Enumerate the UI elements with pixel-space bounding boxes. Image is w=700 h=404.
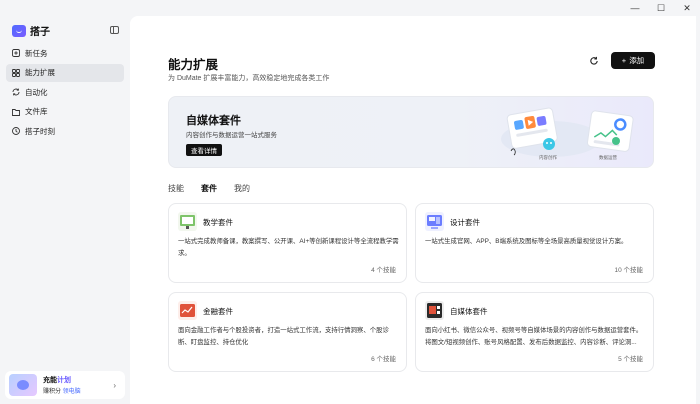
banner-title: 自媒体套件	[186, 115, 241, 127]
sidebar-item-label: 文件库	[25, 107, 48, 116]
card-description: 面向小红书、微信公众号、视频号等自媒体场景的内容创作与数据运营套件。将图文/短视…	[425, 327, 643, 346]
tab-mine[interactable]: 我的	[234, 183, 250, 194]
add-button-label: 添加	[629, 56, 645, 65]
folder-icon	[12, 108, 20, 116]
suite-card-design[interactable]: 设计套件 一站式生成官网、APP、B端系统及图标等全场景高质量视觉设计方案。 1…	[415, 203, 654, 283]
sidebar-item-automation[interactable]: 自动化	[6, 83, 124, 101]
sidebar-toggle-icon[interactable]	[110, 26, 119, 34]
tab-suites[interactable]: 套件	[201, 183, 217, 194]
promo-title: 充能计划	[43, 377, 71, 384]
finance-suite-icon	[178, 301, 197, 320]
sidebar-item-label: 新任务	[25, 48, 48, 58]
capability-icon	[12, 68, 20, 77]
sidebar-item-files[interactable]: 文件库	[6, 103, 124, 121]
brand[interactable]: 搭子	[12, 23, 50, 38]
sidebar-item-label: 自动化	[25, 87, 48, 97]
brand-logo-icon	[12, 24, 26, 37]
sidebar-item-moments[interactable]: 搭子时刻	[6, 122, 124, 140]
automation-icon	[12, 88, 20, 96]
maximize-button[interactable]: ☐	[648, 0, 674, 16]
card-skill-count: 4 个技能	[371, 267, 396, 274]
close-button[interactable]: ✕	[674, 0, 700, 16]
card-title: 金融套件	[203, 307, 233, 316]
sidebar-item-label: 搭子时刻	[25, 126, 55, 136]
design-suite-icon	[425, 212, 444, 231]
banner-illustration: 内容创作 数据运营	[501, 107, 634, 161]
suite-card-media[interactable]: 自媒体套件 面向小红书、微信公众号、视频号等自媒体场景的内容创作与数据运营套件。…	[415, 292, 654, 372]
media-suite-icon	[425, 301, 444, 320]
card-title: 设计套件	[450, 218, 480, 227]
window-controls: — ☐ ✕	[622, 0, 700, 16]
brand-name: 搭子	[30, 27, 50, 38]
page-subtitle: 为 DuMate 扩展丰富能力，高效稳定地完成各类工作	[168, 75, 330, 82]
chevron-right-icon: ›	[113, 381, 116, 390]
banner-description: 内容创作与数据运营一站式服务	[186, 132, 277, 139]
suite-card-teaching[interactable]: 教学套件 一站式完成教师备课，教案撰写、公开课、AI+等创新课程设计等全流程教学…	[168, 203, 407, 283]
card-description: 面向金融工作者与个股投资者，打造一站式工作流，支持行情洞察、个股诊断、盯盘监控、…	[178, 327, 389, 346]
promo-subtitle: 赚积分 领电脑	[43, 389, 81, 395]
card-title: 教学套件	[203, 218, 233, 227]
view-details-button[interactable]: 查看详情	[186, 144, 222, 156]
sidebar: 搭子 新任务 能力扩展 自动化 文件库 搭子时刻 充能计划 赚积分 领电脑 ›	[0, 0, 130, 404]
sidebar-item-label: 能力扩展	[25, 68, 55, 77]
card-skill-count: 5 个技能	[618, 356, 643, 363]
art-label-data: 数据运营	[599, 154, 617, 161]
minimize-button[interactable]: —	[622, 0, 648, 16]
featured-banner[interactable]: 自媒体套件 内容创作与数据运营一站式服务 查看详情 内容创作 数据运营	[168, 96, 654, 168]
clock-icon	[12, 127, 20, 135]
card-skill-count: 10 个技能	[614, 267, 643, 274]
teaching-suite-icon	[178, 212, 197, 231]
suite-card-finance[interactable]: 金融套件 面向金融工作者与个股投资者，打造一站式工作流，支持行情洞察、个股诊断、…	[168, 292, 407, 372]
sidebar-item-capability[interactable]: 能力扩展	[6, 63, 124, 82]
promo-card[interactable]: 充能计划 赚积分 领电脑 ›	[5, 371, 125, 399]
page-title: 能力扩展	[168, 58, 219, 72]
art-label-content: 内容创作	[539, 154, 557, 161]
card-description: 一站式完成教师备课，教案撰写、公开课、AI+等创新课程设计等全流程教学需求。	[178, 238, 399, 257]
card-skill-count: 6 个技能	[371, 356, 396, 363]
refresh-icon[interactable]	[588, 55, 600, 67]
tab-skills[interactable]: 技能	[168, 183, 184, 194]
tab-bar: 技能 套件 我的	[168, 183, 250, 194]
card-title: 自媒体套件	[450, 307, 488, 316]
sidebar-item-new-task[interactable]: 新任务	[6, 44, 124, 62]
main-panel: 能力扩展 为 DuMate 扩展丰富能力，高效稳定地完成各类工作 + 添加 自媒…	[130, 16, 696, 404]
sidebar-nav: 新任务 能力扩展 自动化 文件库 搭子时刻	[6, 44, 124, 142]
new-task-icon	[12, 49, 20, 57]
plus-icon: +	[621, 56, 627, 65]
add-button[interactable]: + 添加	[611, 52, 655, 69]
card-description: 一站式生成官网、APP、B端系统及图标等全场景高质量视觉设计方案。	[425, 238, 628, 245]
promo-illustration	[9, 374, 37, 396]
